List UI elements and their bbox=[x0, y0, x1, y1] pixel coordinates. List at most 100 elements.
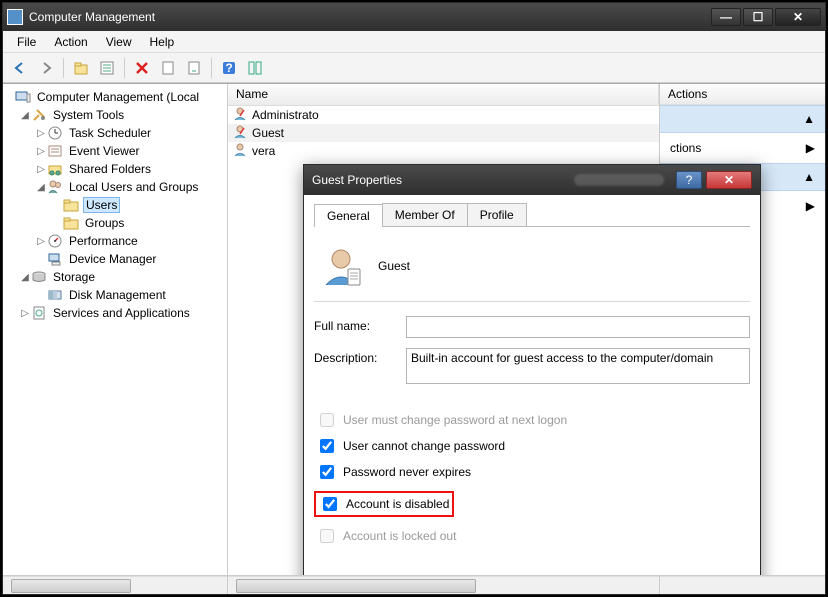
chevron-right-icon: ▶ bbox=[806, 141, 815, 155]
description-row: Description: bbox=[314, 348, 750, 387]
chk-account-disabled[interactable]: Account is disabled bbox=[314, 491, 454, 517]
actions-header: Actions bbox=[660, 84, 825, 105]
menu-file[interactable]: File bbox=[9, 33, 44, 51]
tree-system-tools[interactable]: ◢System Tools bbox=[3, 106, 227, 124]
tree-shared-folders[interactable]: ▷Shared Folders bbox=[3, 160, 227, 178]
close-button[interactable]: ✕ bbox=[775, 8, 821, 26]
export-button[interactable] bbox=[183, 57, 205, 79]
user-icon bbox=[232, 142, 248, 161]
fullname-label: Full name: bbox=[314, 316, 406, 333]
user-icon bbox=[232, 106, 248, 125]
chk-must-change: User must change password at next logon bbox=[314, 409, 750, 431]
device-icon bbox=[47, 251, 63, 267]
chk-locked-out: Account is locked out bbox=[314, 525, 750, 547]
fullname-input[interactable] bbox=[406, 316, 750, 338]
tree-event-viewer[interactable]: ▷Event Viewer bbox=[3, 142, 227, 160]
dialog-titlebar[interactable]: Guest Properties ? ✕ bbox=[304, 165, 760, 195]
forward-button[interactable] bbox=[35, 57, 57, 79]
maximize-button[interactable]: ☐ bbox=[743, 8, 773, 26]
actions-item[interactable]: ctions▶ bbox=[660, 134, 825, 162]
app-icon bbox=[7, 9, 23, 25]
tab-member-of[interactable]: Member Of bbox=[382, 203, 468, 226]
users-icon bbox=[47, 179, 63, 195]
list-hscroll[interactable] bbox=[228, 576, 660, 594]
menubar: File Action View Help bbox=[3, 31, 825, 53]
tree-performance[interactable]: ▷Performance bbox=[3, 232, 227, 250]
tree-users[interactable]: Users bbox=[3, 196, 227, 214]
dialog-help-button[interactable]: ? bbox=[676, 171, 702, 189]
delete-button[interactable] bbox=[131, 57, 153, 79]
checkbox[interactable] bbox=[323, 497, 337, 511]
tree-device-manager[interactable]: Device Manager bbox=[3, 250, 227, 268]
menu-help[interactable]: Help bbox=[142, 33, 183, 51]
titlebar[interactable]: Computer Management — ☐ ✕ bbox=[3, 3, 825, 31]
user-header: Guest bbox=[314, 237, 750, 302]
title-blur bbox=[574, 174, 664, 186]
checkbox bbox=[320, 413, 334, 427]
up-button[interactable] bbox=[70, 57, 92, 79]
username-label: Guest bbox=[378, 259, 410, 273]
event-icon bbox=[47, 143, 63, 159]
perf-icon bbox=[47, 233, 63, 249]
description-label: Description: bbox=[314, 348, 406, 365]
collapse-icon: ▲ bbox=[803, 170, 815, 184]
separator bbox=[63, 58, 64, 78]
content-area: Computer Management (Local ◢System Tools… bbox=[3, 83, 825, 575]
checkbox bbox=[320, 529, 334, 543]
help-button[interactable]: ? bbox=[218, 57, 240, 79]
disk-icon bbox=[47, 287, 63, 303]
back-button[interactable] bbox=[9, 57, 31, 79]
fullname-row: Full name: bbox=[314, 316, 750, 338]
user-icon bbox=[232, 124, 248, 143]
tree-disk-management[interactable]: Disk Management bbox=[3, 286, 227, 304]
tree-storage[interactable]: ◢Storage bbox=[3, 268, 227, 286]
toolbar: ? bbox=[3, 53, 825, 83]
refresh-button[interactable] bbox=[157, 57, 179, 79]
minimize-button[interactable]: — bbox=[711, 8, 741, 26]
services-icon bbox=[31, 305, 47, 321]
list-item[interactable]: vera bbox=[228, 142, 659, 160]
svg-text:?: ? bbox=[225, 61, 232, 75]
separator bbox=[211, 58, 212, 78]
chevron-right-icon: ▶ bbox=[806, 199, 815, 213]
list-item[interactable]: Administrato bbox=[228, 106, 659, 124]
tree-groups[interactable]: Groups bbox=[3, 214, 227, 232]
tree-local-users[interactable]: ◢Local Users and Groups bbox=[3, 178, 227, 196]
share-icon bbox=[47, 161, 63, 177]
user-avatar-icon bbox=[320, 245, 362, 287]
tab-general[interactable]: General bbox=[314, 204, 383, 227]
tree-root[interactable]: Computer Management (Local bbox=[3, 88, 227, 106]
storage-icon bbox=[31, 269, 47, 285]
properties-dialog: Guest Properties ? ✕ General Member Of P… bbox=[303, 164, 761, 575]
properties-button[interactable] bbox=[96, 57, 118, 79]
chk-never-expires[interactable]: Password never expires bbox=[314, 461, 750, 483]
dialog-title: Guest Properties bbox=[312, 173, 574, 187]
window-title: Computer Management bbox=[29, 10, 711, 24]
tree-pane: Computer Management (Local ◢System Tools… bbox=[3, 84, 228, 575]
menu-view[interactable]: View bbox=[98, 33, 140, 51]
tree-hscroll[interactable] bbox=[3, 576, 228, 594]
dialog-body: General Member Of Profile Guest Full nam… bbox=[304, 195, 760, 575]
tile-button[interactable] bbox=[244, 57, 266, 79]
description-input[interactable] bbox=[406, 348, 750, 384]
actions-hscroll[interactable] bbox=[660, 576, 825, 594]
main-window: Computer Management — ☐ ✕ File Action Vi… bbox=[2, 2, 826, 595]
chk-cannot-change[interactable]: User cannot change password bbox=[314, 435, 750, 457]
folder-icon bbox=[63, 197, 79, 213]
list-header: Name bbox=[228, 84, 659, 106]
dialog-close-button[interactable]: ✕ bbox=[706, 171, 752, 189]
menu-action[interactable]: Action bbox=[46, 33, 95, 51]
checkbox[interactable] bbox=[320, 439, 334, 453]
clock-icon bbox=[47, 125, 63, 141]
checkbox[interactable] bbox=[320, 465, 334, 479]
tree-task-scheduler[interactable]: ▷Task Scheduler bbox=[3, 124, 227, 142]
tabs: General Member Of Profile bbox=[314, 203, 750, 227]
tools-icon bbox=[31, 107, 47, 123]
collapse-icon: ▲ bbox=[803, 112, 815, 126]
tree-services-apps[interactable]: ▷Services and Applications bbox=[3, 304, 227, 322]
col-name[interactable]: Name bbox=[228, 84, 659, 105]
tab-profile[interactable]: Profile bbox=[467, 203, 527, 226]
actions-section[interactable]: ▲ bbox=[660, 105, 825, 133]
list-item[interactable]: Guest bbox=[228, 124, 659, 142]
folder-icon bbox=[63, 215, 79, 231]
